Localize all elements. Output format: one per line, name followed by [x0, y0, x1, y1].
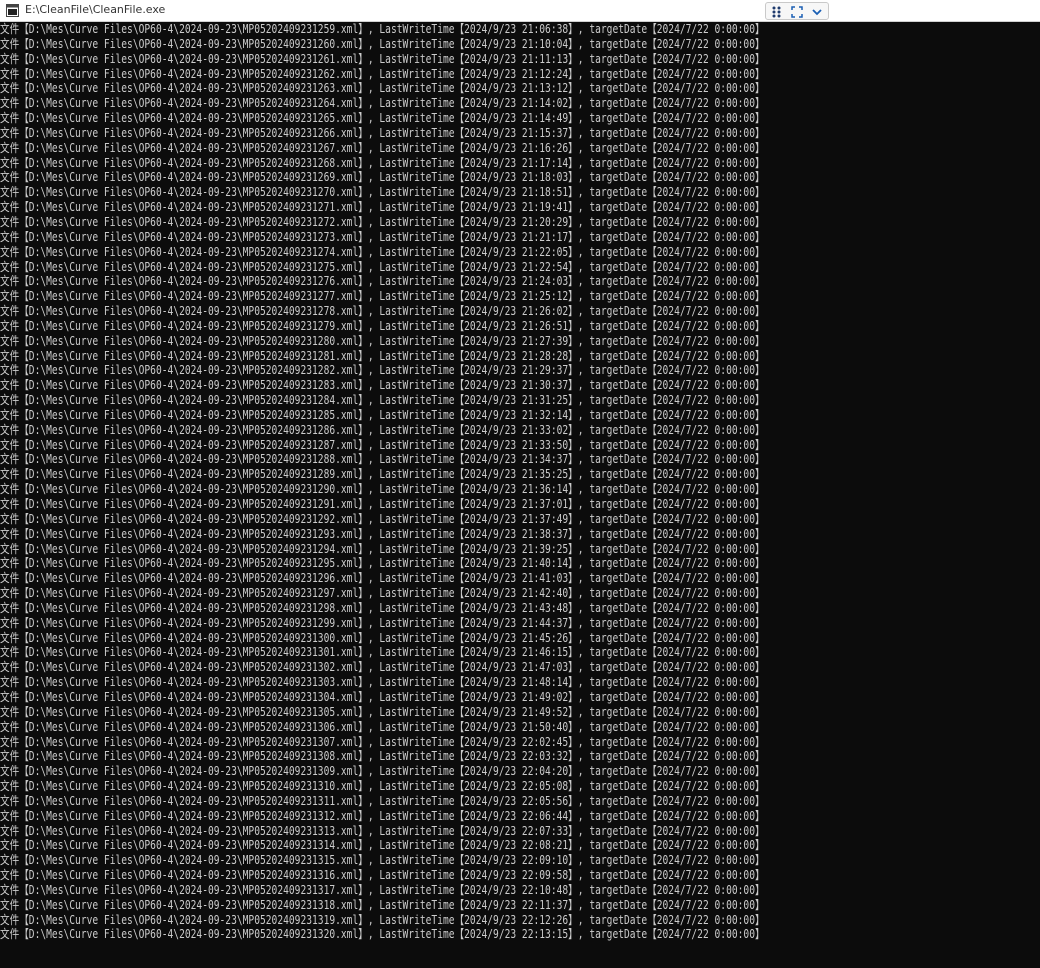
console-line: 文件【D:\Mes\Curve Files\OP60-4\2024-09-23\…: [0, 556, 765, 571]
console-line: 文件【D:\Mes\Curve Files\OP60-4\2024-09-23\…: [0, 675, 765, 690]
console-line: 文件【D:\Mes\Curve Files\OP60-4\2024-09-23\…: [0, 541, 765, 556]
console-line: 文件【D:\Mes\Curve Files\OP60-4\2024-09-23\…: [0, 630, 765, 645]
console-line: 文件【D:\Mes\Curve Files\OP60-4\2024-09-23\…: [0, 571, 765, 586]
console-output[interactable]: 文件【D:\Mes\Curve Files\OP60-4\2024-09-23\…: [0, 22, 1040, 968]
console-line: 文件【D:\Mes\Curve Files\OP60-4\2024-09-23\…: [0, 36, 765, 51]
console-line: 文件【D:\Mes\Curve Files\OP60-4\2024-09-23\…: [0, 749, 765, 764]
console-line: 文件【D:\Mes\Curve Files\OP60-4\2024-09-23\…: [0, 615, 765, 630]
console-line: 文件【D:\Mes\Curve Files\OP60-4\2024-09-23\…: [0, 363, 765, 378]
title-controls: [765, 2, 829, 20]
console-line: 文件【D:\Mes\Curve Files\OP60-4\2024-09-23\…: [0, 200, 765, 215]
console-line: 文件【D:\Mes\Curve Files\OP60-4\2024-09-23\…: [0, 482, 765, 497]
console-line: 文件【D:\Mes\Curve Files\OP60-4\2024-09-23\…: [0, 348, 765, 363]
console-line: 文件【D:\Mes\Curve Files\OP60-4\2024-09-23\…: [0, 318, 765, 333]
console-line: 文件【D:\Mes\Curve Files\OP60-4\2024-09-23\…: [0, 704, 765, 719]
console-window: E:\CleanFile\CleanFile.exe 文件【D:\Mes\Cur…: [0, 0, 1040, 968]
console-line: 文件【D:\Mes\Curve Files\OP60-4\2024-09-23\…: [0, 882, 765, 897]
console-line: 文件【D:\Mes\Curve Files\OP60-4\2024-09-23\…: [0, 437, 765, 452]
console-line: 文件【D:\Mes\Curve Files\OP60-4\2024-09-23\…: [0, 868, 765, 883]
console-line: 文件【D:\Mes\Curve Files\OP60-4\2024-09-23\…: [0, 467, 765, 482]
console-line: 文件【D:\Mes\Curve Files\OP60-4\2024-09-23\…: [0, 407, 765, 422]
console-line: 文件【D:\Mes\Curve Files\OP60-4\2024-09-23\…: [0, 734, 765, 749]
console-line: 文件【D:\Mes\Curve Files\OP60-4\2024-09-23\…: [0, 155, 765, 170]
console-line: 文件【D:\Mes\Curve Files\OP60-4\2024-09-23\…: [0, 289, 765, 304]
console-line: 文件【D:\Mes\Curve Files\OP60-4\2024-09-23\…: [0, 586, 765, 601]
console-line: 文件【D:\Mes\Curve Files\OP60-4\2024-09-23\…: [0, 823, 765, 838]
console-line: 文件【D:\Mes\Curve Files\OP60-4\2024-09-23\…: [0, 660, 765, 675]
console-line: 文件【D:\Mes\Curve Files\OP60-4\2024-09-23\…: [0, 689, 765, 704]
console-line: 文件【D:\Mes\Curve Files\OP60-4\2024-09-23\…: [0, 244, 765, 259]
console-line: 文件【D:\Mes\Curve Files\OP60-4\2024-09-23\…: [0, 897, 765, 912]
grip-dots-icon[interactable]: [770, 5, 784, 19]
console-line: 文件【D:\Mes\Curve Files\OP60-4\2024-09-23\…: [0, 111, 765, 126]
console-line: 文件【D:\Mes\Curve Files\OP60-4\2024-09-23\…: [0, 333, 765, 348]
window-title: E:\CleanFile\CleanFile.exe: [25, 3, 166, 16]
console-line: 文件【D:\Mes\Curve Files\OP60-4\2024-09-23\…: [0, 927, 765, 942]
console-line: 文件【D:\Mes\Curve Files\OP60-4\2024-09-23\…: [0, 779, 765, 794]
console-line: 文件【D:\Mes\Curve Files\OP60-4\2024-09-23\…: [0, 96, 765, 111]
console-line: 文件【D:\Mes\Curve Files\OP60-4\2024-09-23\…: [0, 793, 765, 808]
chevron-down-icon[interactable]: [810, 5, 824, 19]
console-line: 文件【D:\Mes\Curve Files\OP60-4\2024-09-23\…: [0, 22, 765, 36]
fit-screen-icon[interactable]: [790, 5, 804, 19]
console-line: 文件【D:\Mes\Curve Files\OP60-4\2024-09-23\…: [0, 304, 765, 319]
console-line: 文件【D:\Mes\Curve Files\OP60-4\2024-09-23\…: [0, 912, 765, 927]
console-line: 文件【D:\Mes\Curve Files\OP60-4\2024-09-23\…: [0, 170, 765, 185]
console-line: 文件【D:\Mes\Curve Files\OP60-4\2024-09-23\…: [0, 511, 765, 526]
console-line: 文件【D:\Mes\Curve Files\OP60-4\2024-09-23\…: [0, 393, 765, 408]
console-line: 文件【D:\Mes\Curve Files\OP60-4\2024-09-23\…: [0, 452, 765, 467]
console-line: 文件【D:\Mes\Curve Files\OP60-4\2024-09-23\…: [0, 259, 765, 274]
console-line: 文件【D:\Mes\Curve Files\OP60-4\2024-09-23\…: [0, 853, 765, 868]
console-line: 文件【D:\Mes\Curve Files\OP60-4\2024-09-23\…: [0, 838, 765, 853]
console-line: 文件【D:\Mes\Curve Files\OP60-4\2024-09-23\…: [0, 51, 765, 66]
console-line: 文件【D:\Mes\Curve Files\OP60-4\2024-09-23\…: [0, 125, 765, 140]
console-line: 文件【D:\Mes\Curve Files\OP60-4\2024-09-23\…: [0, 764, 765, 779]
title-bar[interactable]: E:\CleanFile\CleanFile.exe: [0, 0, 1040, 22]
console-line: 文件【D:\Mes\Curve Files\OP60-4\2024-09-23\…: [0, 645, 765, 660]
console-line: 文件【D:\Mes\Curve Files\OP60-4\2024-09-23\…: [0, 66, 765, 81]
console-line: 文件【D:\Mes\Curve Files\OP60-4\2024-09-23\…: [0, 497, 765, 511]
console-line: 文件【D:\Mes\Curve Files\OP60-4\2024-09-23\…: [0, 81, 765, 96]
console-line: 文件【D:\Mes\Curve Files\OP60-4\2024-09-23\…: [0, 422, 765, 437]
console-line: 文件【D:\Mes\Curve Files\OP60-4\2024-09-23\…: [0, 214, 765, 229]
console-line: 文件【D:\Mes\Curve Files\OP60-4\2024-09-23\…: [0, 185, 765, 200]
console-line: 文件【D:\Mes\Curve Files\OP60-4\2024-09-23\…: [0, 808, 765, 823]
console-line: 文件【D:\Mes\Curve Files\OP60-4\2024-09-23\…: [0, 719, 765, 734]
console-line: 文件【D:\Mes\Curve Files\OP60-4\2024-09-23\…: [0, 378, 765, 393]
console-line: 文件【D:\Mes\Curve Files\OP60-4\2024-09-23\…: [0, 274, 765, 289]
console-line: 文件【D:\Mes\Curve Files\OP60-4\2024-09-23\…: [0, 526, 765, 541]
console-app-icon: [6, 4, 19, 17]
console-line: 文件【D:\Mes\Curve Files\OP60-4\2024-09-23\…: [0, 140, 765, 155]
console-line: 文件【D:\Mes\Curve Files\OP60-4\2024-09-23\…: [0, 600, 765, 615]
console-line: 文件【D:\Mes\Curve Files\OP60-4\2024-09-23\…: [0, 229, 765, 244]
